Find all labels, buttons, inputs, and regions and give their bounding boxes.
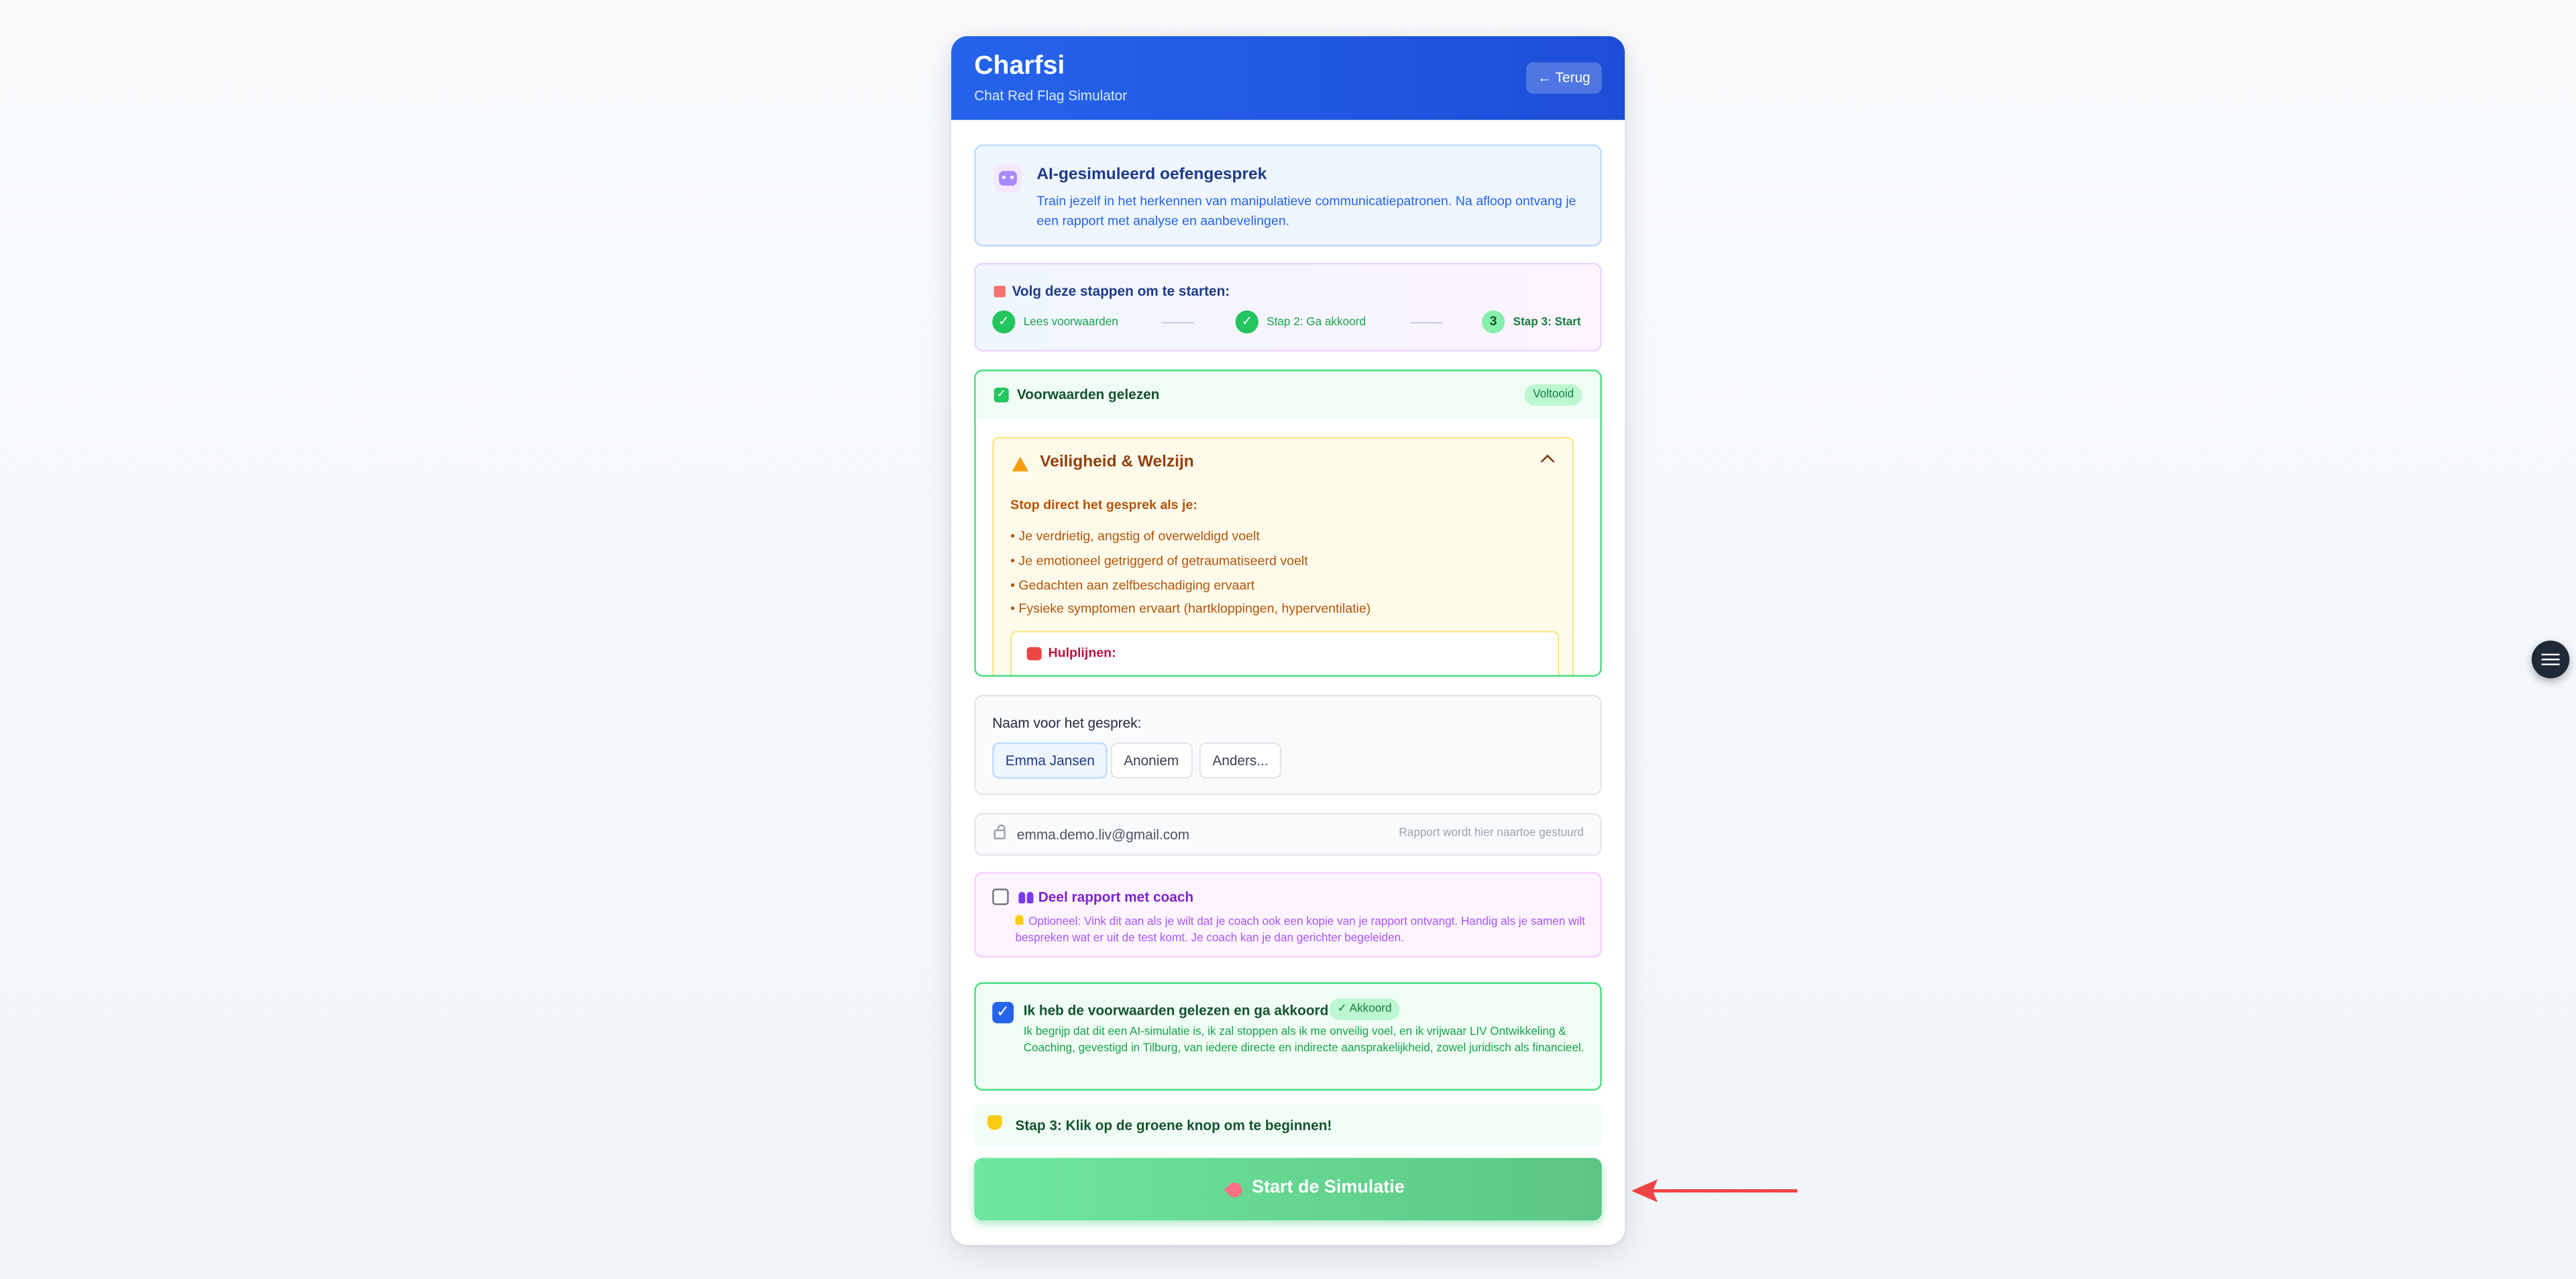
helplines-box: Hulplijnen: [1010,630,1560,675]
agree-checkbox[interactable]: ✓ [992,1001,1014,1023]
step-1-label: Lees voorwaarden [1023,316,1118,328]
terms-header[interactable]: ✓ Voorwaarden gelezen Voltooid [975,371,1601,419]
viewport: Charfsi Chat Red Flag Simulator ← Terug … [0,0,2576,1279]
email-note: Rapport wordt hier naartoe gestuurd [1399,828,1584,840]
step-divider [1409,322,1443,324]
step-3: 3 Stap 3: Start [1481,310,1581,334]
checkbox-checked-icon: ✓ [994,387,1009,403]
sos-icon [1026,647,1042,661]
lightbulb-icon [1015,915,1024,925]
name-option-anders[interactable]: Anders... [1199,742,1282,779]
chevron-up-icon[interactable] [1540,454,1555,469]
start-label: Start de Simulatie [1252,1177,1405,1198]
coach-section: Deel rapport met coach Optioneel: Vink d… [974,872,1602,958]
app-subtitle: Chat Red Flag Simulator [974,87,1128,104]
name-section: Naam voor het gesprek: Emma Jansen Anoni… [974,694,1602,795]
back-button[interactable]: ← Terug [1526,62,1602,94]
step-divider [1161,322,1195,324]
hint-banner: Stap 3: Klik op de groene knop om te beg… [974,1103,1602,1147]
lock-icon [994,824,1006,840]
list-item: • Fysieke symptomen ervaart (hartkloppin… [1010,602,1371,617]
check-icon: ✓ [992,310,1016,334]
email-field: emma.demo.liv@gmail.com Rapport wordt hi… [974,813,1602,856]
steps-title-text: Volg deze stappen om te starten: [1012,282,1230,299]
helplines-title: Hulplijnen: [1048,645,1116,661]
name-option-anoniem[interactable]: Anoniem [1110,742,1192,779]
red-arrow-annotation [1631,1179,1798,1203]
people-icon [1018,891,1034,903]
header: Charfsi Chat Red Flag Simulator ← Terug [951,36,1625,120]
robot-icon [994,164,1022,192]
app-name: Charfsi [974,52,1065,81]
step-3-label: Stap 3: Start [1513,316,1581,328]
coach-description: Optioneel: Vink dit aan als je wilt dat … [1015,916,1585,945]
symptom-list: • Je verdrietig, angstig of overweldigd … [1010,529,1371,626]
agree-section: ✓ Ik heb de voorwaarden gelezen en ga ak… [974,982,1602,1091]
coach-checkbox[interactable] [992,888,1009,905]
intro-panel: AI-gesimuleerd oefengesprek Train jezelf… [974,144,1602,247]
status-badge: Voltooid [1524,384,1582,406]
steps-title: Volg deze stappen om te starten: [994,282,1230,299]
page: Charfsi Chat Red Flag Simulator ← Terug … [0,0,2576,1279]
coach-title: Deel rapport met coach [1038,888,1194,905]
dice-icon [994,286,1006,298]
stop-title: Stop direct het gesprek als je: [1010,498,1197,513]
step-2: ✓ Stap 2: Ga akkoord [1235,310,1366,334]
start-simulation-button[interactable]: Start de Simulatie [974,1158,1602,1221]
step-2-label: Stap 2: Ga akkoord [1267,316,1366,328]
hint-text: Stap 3: Klik op de groene knop om te beg… [1015,1117,1332,1133]
list-item: • Je emotioneel getriggerd of getraumati… [1010,553,1308,568]
safety-section: Veiligheid & Welzijn Stop direct het ges… [992,437,1574,675]
simulator-card: Charfsi Chat Red Flag Simulator ← Terug … [951,36,1625,1245]
step-3-number: 3 [1481,310,1505,334]
terms-panel[interactable]: ✓ Voorwaarden gelezen Voltooid Veilighei… [974,370,1602,677]
email-value: emma.demo.liv@gmail.com [1016,826,1190,843]
intro-text: Train jezelf in het herkennen van manipu… [1036,193,1576,229]
pointing-down-icon [987,1115,1002,1130]
agree-badge: ✓ Akkoord [1329,998,1400,1020]
intro-title: AI-gesimuleerd oefengesprek [1036,166,1267,184]
coach-text: Optioneel: Vink dit aan als je wilt dat … [1015,915,1590,948]
name-option-emma[interactable]: Emma Jansen [992,742,1108,779]
step-1: ✓ Lees voorwaarden [992,310,1118,334]
warning-icon [1012,456,1029,471]
check-icon: ✓ [1235,310,1258,334]
list-item: • Je verdrietig, angstig of overweldigd … [1010,529,1260,544]
steps-panel: Volg deze stappen om te starten: ✓ Lees … [974,262,1602,352]
rocket-icon [1224,1179,1246,1201]
terms-title: Voorwaarden gelezen [1016,386,1160,403]
list-item: • Gedachten aan zelfbeschadiging ervaart [1010,577,1255,593]
name-label: Naam voor het gesprek: [992,714,1142,731]
safety-title: Veiligheid & Welzijn [1040,453,1194,471]
floating-menu-button[interactable] [2531,641,2570,679]
agree-title: Ik heb de voorwaarden gelezen en ga akko… [1023,1001,1329,1019]
agree-text: Ik begrijp dat dit een AI-simulatie is, … [1023,1026,1585,1055]
